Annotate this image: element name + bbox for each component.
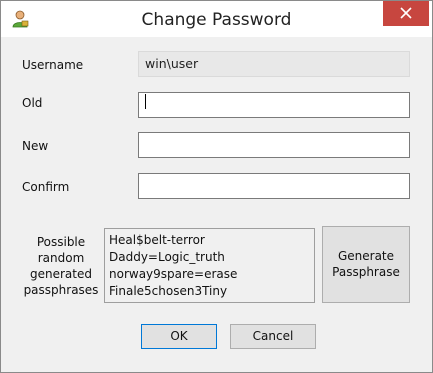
passphrase-item[interactable]: Daddy=Logic_truth — [109, 249, 310, 266]
title-bar[interactable]: Change Password — [1, 1, 432, 37]
close-button[interactable] — [383, 1, 429, 26]
old-password-label: Old — [22, 96, 43, 110]
new-password-label: New — [22, 139, 49, 153]
passphrase-item[interactable]: norway9spare=erase — [109, 266, 310, 283]
generate-passphrase-button[interactable]: Generate Passphrase — [322, 226, 410, 303]
username-field: win\user — [138, 51, 410, 77]
cancel-button[interactable]: Cancel — [230, 324, 316, 349]
generate-button-label-line: Passphrase — [332, 265, 400, 279]
passphrases-label: Possible random generated passphrases — [20, 234, 102, 298]
close-icon — [400, 7, 412, 19]
confirm-password-input[interactable] — [138, 173, 410, 199]
ok-button[interactable]: OK — [141, 324, 217, 349]
username-value: win\user — [145, 56, 199, 71]
old-password-input[interactable] — [138, 92, 410, 118]
username-label: Username — [22, 58, 84, 72]
passphrase-item[interactable]: Finale5chosen3Tiny — [109, 283, 310, 300]
text-caret — [145, 94, 146, 109]
passphrases-label-line: passphrases — [23, 283, 99, 297]
window-title: Change Password — [141, 10, 292, 30]
passphrase-list[interactable]: Heal$belt-terror Daddy=Logic_truth norwa… — [104, 228, 315, 303]
passphrases-label-line: generated — [30, 267, 92, 281]
passphrases-label-line: Possible — [36, 235, 86, 249]
change-password-dialog: Change Password Username win\user Old Ne… — [0, 0, 433, 373]
passphrase-item[interactable]: Heal$belt-terror — [109, 232, 310, 249]
confirm-password-label: Confirm — [22, 180, 70, 194]
new-password-input[interactable] — [138, 132, 410, 158]
generate-button-label-line: Generate — [337, 249, 395, 263]
passphrases-label-line: random — [37, 251, 85, 265]
